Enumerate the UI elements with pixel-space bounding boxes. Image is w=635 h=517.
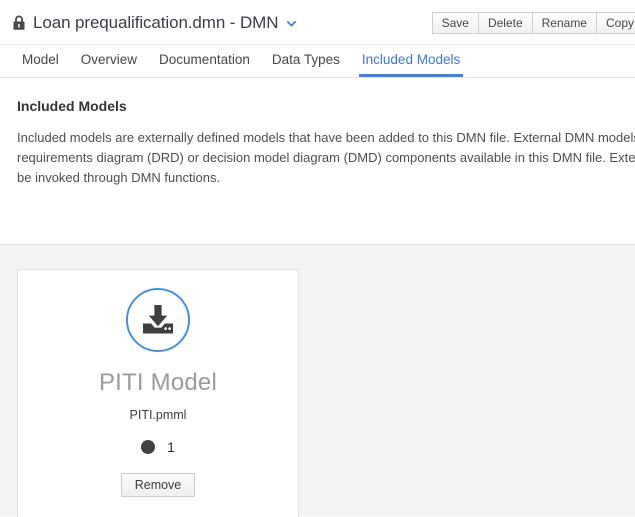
model-file-name: PITI.pmml	[130, 408, 187, 422]
dmn-editor-window: Loan prequalification.dmn - DMN Save Del…	[0, 0, 635, 517]
file-title-group[interactable]: Loan prequalification.dmn - DMN	[12, 10, 297, 36]
tab-documentation[interactable]: Documentation	[148, 45, 261, 77]
copy-button[interactable]: Copy	[596, 12, 635, 34]
import-model-icon	[140, 302, 176, 338]
title-actions: Save Delete Rename Copy	[432, 12, 635, 34]
chevron-down-icon[interactable]	[286, 18, 297, 29]
file-title: Loan prequalification.dmn - DMN	[33, 13, 278, 33]
model-title: PITI Model	[99, 371, 217, 395]
remove-button[interactable]: Remove	[121, 473, 196, 497]
lock-icon	[12, 15, 26, 31]
tab-included-models[interactable]: Included Models	[351, 45, 471, 77]
intro-section: Included Models Included models are exte…	[0, 78, 635, 245]
tab-data-types[interactable]: Data Types	[261, 45, 351, 77]
rename-button[interactable]: Rename	[532, 12, 596, 34]
tab-bar: Model Overview Documentation Data Types …	[0, 45, 635, 78]
included-model-card[interactable]: PITI Model PITI.pmml 1 Remove	[17, 269, 299, 517]
tab-overview[interactable]: Overview	[70, 45, 148, 77]
model-badge-row: 1	[141, 439, 175, 455]
page-description: Included models are externally defined m…	[17, 128, 635, 188]
included-models-content: PITI Model PITI.pmml 1 Remove	[0, 245, 635, 516]
tab-list: Model Overview Documentation Data Types …	[11, 45, 635, 77]
import-model-icon-ring	[126, 288, 190, 352]
tab-model[interactable]: Model	[11, 45, 70, 77]
status-dot-icon	[141, 440, 155, 454]
page-title: Included Models	[17, 98, 635, 114]
title-bar: Loan prequalification.dmn - DMN Save Del…	[0, 0, 635, 45]
save-button[interactable]: Save	[432, 12, 478, 34]
model-count-badge: 1	[167, 439, 175, 455]
delete-button[interactable]: Delete	[478, 12, 532, 34]
